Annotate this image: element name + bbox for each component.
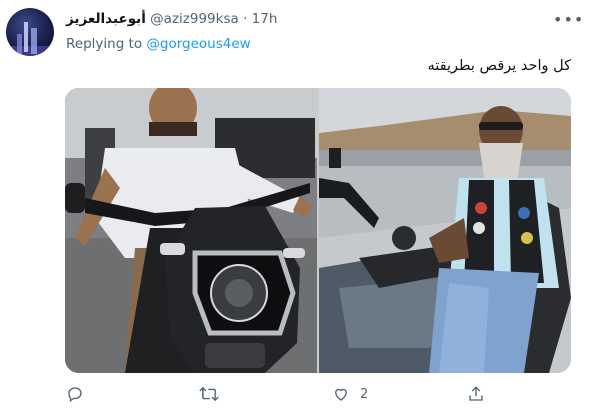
share-button[interactable] <box>467 385 495 403</box>
tweet[interactable]: أبوعبدالعزيز @aziz999ksa · 17h ••• Reply… <box>0 0 603 414</box>
like-button[interactable]: 2 <box>332 385 368 403</box>
tweet-text: كل واحد يرقص بطريقته <box>427 58 572 74</box>
avatar[interactable] <box>6 8 54 56</box>
action-bar: 2 <box>0 382 603 412</box>
reply-button[interactable] <box>66 385 94 403</box>
separator-dot: · <box>243 11 248 27</box>
man-on-motorcycle-photo[interactable] <box>65 88 317 373</box>
reply-icon <box>66 385 84 403</box>
user-handle[interactable]: @aziz999ksa <box>150 11 239 27</box>
share-icon <box>467 385 485 403</box>
mention-link[interactable]: @gorgeous4ew <box>146 36 250 52</box>
avatar-tower <box>31 28 37 54</box>
media-grid <box>65 88 571 373</box>
retweet-button[interactable] <box>199 385 229 403</box>
heart-icon <box>332 385 350 403</box>
avatar-tower <box>24 22 28 52</box>
more-icon[interactable]: ••• <box>553 10 584 29</box>
avatar-glow <box>6 46 54 56</box>
display-name[interactable]: أبوعبدالعزيز <box>66 11 146 27</box>
replying-to-line: Replying to @gorgeous4ew <box>66 36 251 52</box>
replying-label: Replying to <box>66 36 143 52</box>
like-count: 2 <box>360 386 369 402</box>
tweet-header: أبوعبدالعزيز @aziz999ksa · 17h <box>66 11 277 27</box>
avatar-tower <box>17 34 22 54</box>
bearded-biker-photo[interactable] <box>319 88 571 373</box>
tweet-time[interactable]: 17h <box>252 11 278 27</box>
retweet-icon <box>199 385 219 403</box>
